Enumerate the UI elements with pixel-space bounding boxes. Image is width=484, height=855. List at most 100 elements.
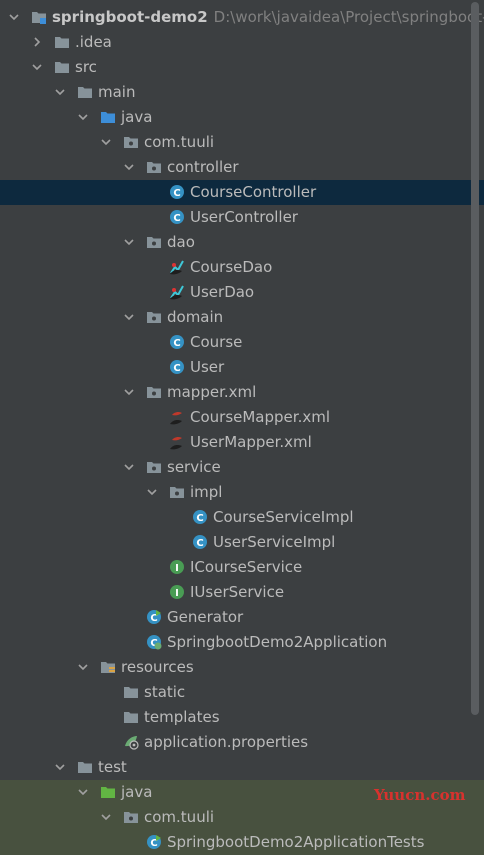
tree-node-src[interactable]: src xyxy=(0,55,484,80)
collapse-arrow-icon[interactable] xyxy=(123,161,135,173)
tree-node-label: test xyxy=(98,757,127,777)
tree-node-label: ICourseService xyxy=(190,557,302,577)
collapse-arrow-icon[interactable] xyxy=(123,461,135,473)
tree-node-com-tuuli[interactable]: com.tuuli xyxy=(0,130,484,155)
tree-node-text: .idea xyxy=(75,33,112,51)
tree-node-coursecontroller[interactable]: C CourseController xyxy=(0,180,484,205)
tree-node-java[interactable]: java xyxy=(0,105,484,130)
tree-node-label: Course xyxy=(190,332,242,352)
tree-node-text: CourseController xyxy=(190,183,317,201)
tree-node-coursemapper-xml[interactable]: CourseMapper.xml xyxy=(0,405,484,430)
collapse-arrow-icon[interactable] xyxy=(123,311,135,323)
tree-node-text: resources xyxy=(121,658,194,676)
collapse-arrow-icon[interactable] xyxy=(100,811,112,823)
collapse-arrow-icon[interactable] xyxy=(77,111,89,123)
folder-icon xyxy=(77,759,93,775)
package-icon xyxy=(146,384,162,400)
tree-node-text: SpringbootDemo2Application xyxy=(167,633,388,651)
collapse-arrow-icon[interactable] xyxy=(54,761,66,773)
tree-node-label: impl xyxy=(190,482,222,502)
tree-node-label: IUserService xyxy=(190,582,284,602)
collapse-arrow-icon[interactable] xyxy=(146,486,158,498)
tree-node-label: java xyxy=(121,782,152,802)
tree-node-test[interactable]: test xyxy=(0,755,484,780)
svg-text:C: C xyxy=(173,213,180,224)
class-icon: C xyxy=(169,184,185,200)
tree-node-label: service xyxy=(167,457,221,477)
tree-node-label: UserMapper.xml xyxy=(190,432,312,452)
tree-node-label: SpringbootDemo2Application xyxy=(167,632,387,652)
tree-node-label: src xyxy=(75,57,97,77)
package-icon xyxy=(169,484,185,500)
collapse-arrow-icon[interactable] xyxy=(54,86,66,98)
folder-icon xyxy=(54,34,70,50)
tree-node-userserviceimpl[interactable]: C UserServiceImpl xyxy=(0,530,484,555)
tree-node-label: resources xyxy=(121,657,194,677)
tree-node-mapper-xml[interactable]: mapper.xml xyxy=(0,380,484,405)
tree-node-icourseservice[interactable]: I ICourseService xyxy=(0,555,484,580)
tree-node-controller[interactable]: controller xyxy=(0,155,484,180)
folder-icon xyxy=(54,59,70,75)
tree-node-text: dao xyxy=(167,233,195,251)
tree-node-coursedao[interactable]: CourseDao xyxy=(0,255,484,280)
tree-node-label: controller xyxy=(167,157,239,177)
mybatis-xml-icon xyxy=(169,434,185,450)
tree-node-user[interactable]: C User xyxy=(0,355,484,380)
tree-node-templates[interactable]: templates xyxy=(0,705,484,730)
svg-text:C: C xyxy=(196,513,203,524)
tree-node-iuserservice[interactable]: I IUserService xyxy=(0,580,484,605)
tree-node-com-tuuli[interactable]: com.tuuli xyxy=(0,805,484,830)
project-tree[interactable]: springboot-demo2 D:\work\javaidea\Project… xyxy=(0,5,484,855)
class-icon: C xyxy=(192,509,208,525)
tree-node-text: application.properties xyxy=(144,733,309,751)
collapse-arrow-icon[interactable] xyxy=(77,661,89,673)
svg-text:C: C xyxy=(173,363,180,374)
tree-node-idea[interactable]: .idea xyxy=(0,30,484,55)
tree-node-generator[interactable]: C Generator xyxy=(0,605,484,630)
tree-node-label: UserServiceImpl xyxy=(213,532,335,552)
test-source-folder-icon xyxy=(100,784,116,800)
tree-node-label: templates xyxy=(144,707,220,727)
tree-node-text: templates xyxy=(144,708,220,726)
tree-node-label: User xyxy=(190,357,224,377)
tree-node-main[interactable]: main xyxy=(0,80,484,105)
collapse-arrow-icon[interactable] xyxy=(100,136,112,148)
spring-properties-icon xyxy=(123,734,139,750)
collapse-arrow-icon[interactable] xyxy=(123,236,135,248)
expand-arrow-icon[interactable] xyxy=(31,36,43,48)
tree-node-dao[interactable]: dao xyxy=(0,230,484,255)
project-path: D:\work\javaidea\Project\springboot-d xyxy=(213,8,484,26)
vertical-scrollbar[interactable] xyxy=(471,2,479,715)
tree-node-text: CourseServiceImpl xyxy=(213,508,354,526)
package-icon xyxy=(146,159,162,175)
tree-node-courseserviceimpl[interactable]: C CourseServiceImpl xyxy=(0,505,484,530)
collapse-arrow-icon[interactable] xyxy=(123,386,135,398)
tree-node-service[interactable]: service xyxy=(0,455,484,480)
tree-node-springbootdemo2application[interactable]: C SpringbootDemo2Application xyxy=(0,630,484,655)
tree-node-springbootdemo2applicationtests[interactable]: C SpringbootDemo2ApplicationTests xyxy=(0,830,484,855)
tree-node-text: SpringbootDemo2ApplicationTests xyxy=(167,833,425,851)
tree-node-label: static xyxy=(144,682,185,702)
collapse-arrow-icon[interactable] xyxy=(8,11,20,23)
svg-text:C: C xyxy=(196,538,203,549)
tree-node-domain[interactable]: domain xyxy=(0,305,484,330)
package-icon xyxy=(146,459,162,475)
tree-node-application-properties[interactable]: application.properties xyxy=(0,730,484,755)
tree-node-text: IUserService xyxy=(190,583,285,601)
tree-node-course[interactable]: C Course xyxy=(0,330,484,355)
tree-node-springboot-demo2[interactable]: springboot-demo2 D:\work\javaidea\Project… xyxy=(0,5,484,30)
tree-node-text: UserController xyxy=(190,208,298,226)
collapse-arrow-icon[interactable] xyxy=(77,786,89,798)
collapse-arrow-icon[interactable] xyxy=(31,61,43,73)
tree-node-impl[interactable]: impl xyxy=(0,480,484,505)
tree-node-userdao[interactable]: UserDao xyxy=(0,280,484,305)
tree-node-text: service xyxy=(167,458,221,476)
tree-node-resources[interactable]: resources xyxy=(0,655,484,680)
tree-node-usermapper-xml[interactable]: UserMapper.xml xyxy=(0,430,484,455)
tree-node-usercontroller[interactable]: C UserController xyxy=(0,205,484,230)
folder-icon xyxy=(123,709,139,725)
tree-node-text: java xyxy=(121,783,153,801)
module-icon xyxy=(31,9,47,25)
tree-node-label: mapper.xml xyxy=(167,382,256,402)
tree-node-static[interactable]: static xyxy=(0,680,484,705)
